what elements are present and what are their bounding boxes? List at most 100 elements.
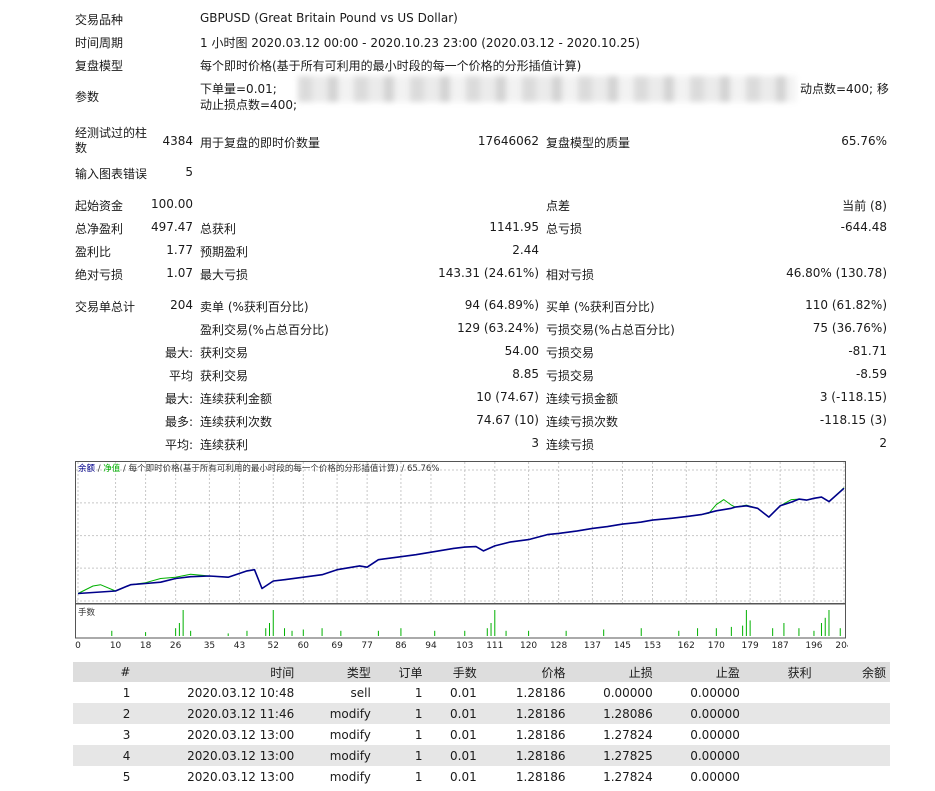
params-label: 参数 [75,90,100,104]
max-cons-losses-value: 3 (-118.15) [819,390,887,404]
max-cons-loss-label: 连续亏损次数 [546,415,619,429]
errors-label: 输入图表错误 [75,167,148,181]
profit-trades-label: 盈利交易(%占总百分比) [200,323,329,337]
x-tick-label: 145 [614,641,631,650]
ticks-label: 用于复盘的即时价数量 [200,136,321,150]
trades-col-header: 手数 [426,662,481,682]
largest-profit-value: 54.00 [504,344,539,358]
deposit-value: 100.00 [151,197,193,211]
x-tick-label: 111 [486,641,503,650]
table-cell [743,766,816,787]
most-prefix: 最多: [164,415,193,429]
x-tick-label: 170 [708,641,725,650]
table-cell: 5 [73,766,135,787]
ticks-value: 17646062 [477,134,539,148]
max-cons-loss-value: -118.15 (3) [819,413,887,427]
table-cell: 0.00000 [656,682,744,703]
table-cell [815,766,890,787]
netprofit-label: 总净盈利 [75,222,124,236]
period-value: 1 小时图 2020.03.12 00:00 - 2020.10.23 23:0… [200,36,640,50]
average-prefix: 平均 [168,369,193,383]
max-cons-wins-value: 10 (74.67) [476,390,539,404]
main-chart-frame [75,461,846,604]
legend-equity: 净值 [103,463,121,474]
x-tick-label: 204 [835,641,848,650]
table-row: 2 2020.03.12 11:46 modify 1 0.01 1.28186 1.280… [73,703,890,724]
chart-legend: 余额 / 净值 / 每个即时价格(基于所有可利用的最小时段的每一个价格的分形插值… [78,463,439,474]
x-tick-label: 60 [298,641,310,650]
table-cell [815,682,890,703]
largest-loss-value: -81.71 [848,344,887,358]
avg-cons-prefix: 平均: [164,438,193,452]
trades-col-header: 止盈 [656,662,744,682]
volume-label: 手数 [78,607,96,618]
table-cell: 1.28186 [480,682,570,703]
table-cell: modify [298,703,375,724]
avg-cons-wins-label: 连续获利 [200,438,249,452]
model-label: 复盘模型 [75,59,124,73]
table-cell: 0.01 [426,703,481,724]
table-cell: 1 [374,745,427,766]
table-cell: 1 [374,766,427,787]
avg-cons-wins-value: 3 [531,436,539,450]
trades-col-header: # [73,662,135,682]
grossprofit-label: 总获利 [200,222,237,236]
reldd-label: 相对亏损 [546,268,595,282]
bars-value: 4384 [162,134,193,148]
table-cell [743,682,816,703]
table-cell: 2020.03.12 13:00 [134,766,299,787]
quality-label: 复盘模型的质量 [546,136,631,150]
table-cell: 1.28186 [480,745,570,766]
x-tick-label: 35 [204,641,215,650]
errors-value: 5 [185,165,193,179]
profitfactor-label: 盈利比 [75,245,112,259]
absdd-label: 绝对亏损 [75,268,124,282]
table-row: 5 2020.03.12 13:00 modify 1 0.01 1.28186 1.278… [73,766,890,787]
x-tick-label: 0 [75,641,81,650]
x-tick-label: 94 [425,641,437,650]
payoff-label: 预期盈利 [200,245,249,259]
table-cell: 0.00000 [656,724,744,745]
max-cons-profit-value: 74.67 (10) [476,413,539,427]
avg-profit-label: 获利交易 [200,369,249,383]
legend-model-quality: / 每个即时价格(基于所有可利用的最小时段的每一个价格的分形插值计算) / 65… [120,463,439,474]
max-cons-wins-label: 连续获利金额 [200,392,273,406]
total-trades-label: 交易单总计 [75,300,136,314]
total-trades-value: 204 [170,298,193,312]
table-cell: 1 [374,682,427,703]
grossprofit-value: 1141.95 [489,220,539,234]
table-row: 3 2020.03.12 13:00 modify 1 0.01 1.28186 1.278… [73,724,890,745]
table-cell: 0.01 [426,766,481,787]
x-tick-label: 26 [170,641,182,650]
params-line1-end: 动点数=400; 移 [800,82,889,96]
x-tick-label: 77 [361,641,372,650]
grossloss-label: 总亏损 [546,222,583,236]
table-cell: 1.27825 [569,745,657,766]
bars-label: 经测试过的柱数 [75,126,148,155]
table-cell: 2 [73,703,135,724]
largest-profit-label: 获利交易 [200,346,249,360]
x-tick-label: 69 [331,641,343,650]
x-tick-label: 128 [550,641,567,650]
table-row: 1 2020.03.12 10:48 sell 1 0.01 1.28186 0.00000… [73,682,890,703]
x-tick-label: 10 [110,641,122,650]
trades-col-header: 时间 [134,662,299,682]
maximum-prefix: 最大: [164,392,193,406]
table-cell: 1.27824 [569,724,657,745]
trades-col-header: 订单 [374,662,427,682]
netprofit-value: 497.47 [151,220,193,234]
loss-trades-label: 亏损交易(%占总百分比) [546,323,675,337]
largest-prefix: 最大: [164,346,193,360]
period-label: 时间周期 [75,36,124,50]
params-line2: 动止损点数=400; [200,98,298,112]
x-tick-label: 43 [234,641,245,650]
table-cell: 2020.03.12 13:00 [134,724,299,745]
table-cell: modify [298,766,375,787]
table-cell: 1.28186 [480,766,570,787]
absdd-value: 1.07 [166,266,193,280]
trades-col-header: 价格 [480,662,570,682]
table-row: 4 2020.03.12 13:00 modify 1 0.01 1.28186 1.278… [73,745,890,766]
redacted-params-blur [298,76,796,102]
table-cell [743,703,816,724]
table-cell: modify [298,745,375,766]
